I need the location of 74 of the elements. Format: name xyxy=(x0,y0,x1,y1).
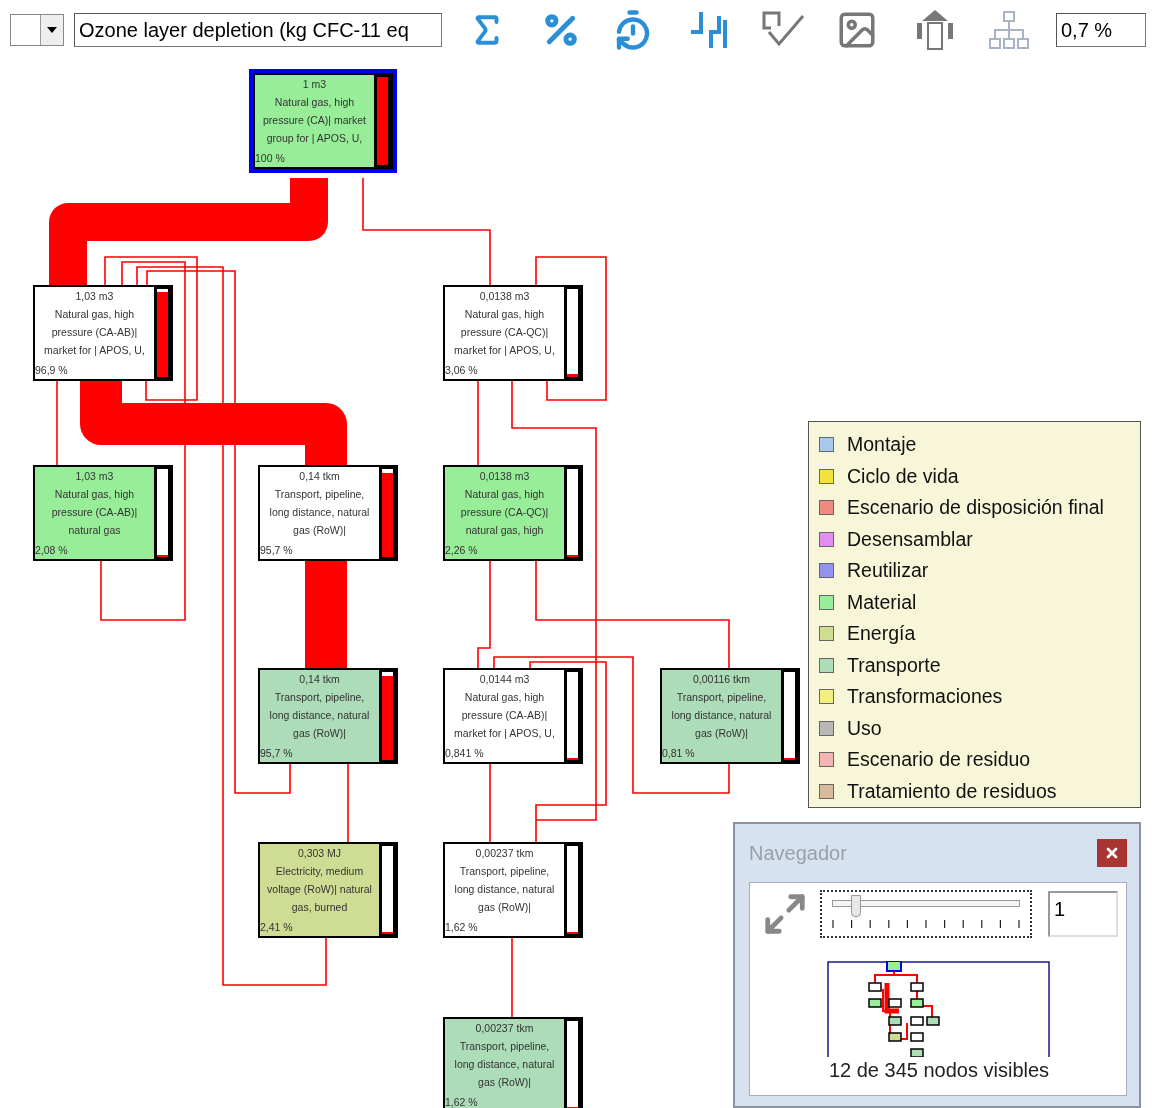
indicator-field[interactable]: Ozone layer depletion (kg CFC-11 eq xyxy=(74,13,442,47)
node-process-name: Transport, pipeline, long distance, natural gas (RoW)| xyxy=(453,1039,556,1090)
hierarchy-icon xyxy=(988,10,1030,50)
legend-label: Tratamiento de residuos xyxy=(847,779,1057,803)
legend-label: Montaje xyxy=(847,433,917,457)
node-process-name: Natural gas, high pressure (CA-QC)| natural gas, high xyxy=(459,487,550,538)
node-share: 1,62 % xyxy=(445,1095,479,1108)
node-share: 2,26 % xyxy=(445,543,479,558)
visible-nodes-status: 12 de 345 nodos visibles xyxy=(828,1059,1050,1082)
process-node[interactable]: 1,03 m3 Natural gas, high pressure (CA-AB)| natural gas 2,08 % xyxy=(33,465,173,561)
node-process-name: Natural gas, high pressure (CA)| market group for | APOS, U, xyxy=(261,95,368,146)
node-process-name: Transport, pipeline, long distance, natural gas (RoW)| xyxy=(670,690,773,741)
close-button[interactable] xyxy=(1097,839,1127,867)
legend-label: Reutilizar xyxy=(847,559,929,583)
node-amount: 1 m3 xyxy=(301,77,328,92)
node-process-name: Transport, pipeline, long distance, natural gas (RoW)| xyxy=(453,864,556,915)
process-node[interactable]: 0,0138 m3 Natural gas, high pressure (CA-QC)| market for | APOS, U, 3,06 % xyxy=(443,285,583,381)
caret-icon xyxy=(47,27,57,33)
node-amount: 0,14 tkm xyxy=(298,672,341,687)
node-share: 0,841 % xyxy=(445,746,485,761)
node-amount: 0,0138 m3 xyxy=(478,469,531,484)
node-process-name: Natural gas, high pressure (CA-AB)| natural gas xyxy=(50,487,139,538)
process-node[interactable]: 0,0144 m3 Natural gas, high pressure (CA-AB)| market for | APOS, U, 0,841 % xyxy=(443,668,583,764)
node-amount: 0,00237 tkm xyxy=(474,846,535,861)
legend-label: Ciclo de vida xyxy=(847,464,959,488)
node-process-name: Natural gas, high pressure (CA-QC)| market for | APOS, U, xyxy=(453,307,556,358)
tick-marks-icon xyxy=(832,920,1022,930)
process-node[interactable]: 0,0138 m3 Natural gas, high pressure (CA-QC)| natural gas, high 2,26 % xyxy=(443,465,583,561)
legend-label: Escenario de disposición final xyxy=(847,496,1104,520)
node-amount: 1,03 m3 xyxy=(74,289,115,304)
legend-label: Energía xyxy=(847,622,916,646)
node-amount: 0,00237 tkm xyxy=(474,1021,535,1036)
node-amount: 0,0138 m3 xyxy=(478,289,531,304)
combo-box[interactable] xyxy=(10,14,64,46)
expand-icon xyxy=(762,891,808,937)
cutoff-field[interactable]: 0,7 % xyxy=(1056,13,1146,47)
process-node[interactable]: 0,00237 tkm Transport, pipeline, long distance, natural gas (RoW)| 1,62 % xyxy=(443,842,583,938)
legend-label: Transporte xyxy=(847,653,941,677)
process-node[interactable]: 0,303 MJ Electricity, medium voltage (RoW)| natural gas, burned 2,41 % xyxy=(258,842,398,938)
node-share: 2,08 % xyxy=(35,543,69,558)
node-share: 3,06 % xyxy=(445,363,479,378)
window-title: Navegador xyxy=(749,841,847,865)
node-process-name: Transport, pipeline, long distance, natural gas (RoW)| xyxy=(268,690,371,741)
legend-label: Escenario de residuo xyxy=(847,748,1031,772)
node-amount: 0,303 MJ xyxy=(296,846,343,861)
node-share: 100 % xyxy=(255,151,286,166)
node-share: 95,7 % xyxy=(260,746,294,761)
node-amount: 0,0144 m3 xyxy=(478,672,531,687)
node-process-name: Natural gas, high pressure (CA-AB)| market for | APOS, U, xyxy=(43,307,146,358)
legend-label: Material xyxy=(847,590,917,614)
node-process-name: Natural gas, high pressure (CA-AB)| market for | APOS, U, xyxy=(453,690,556,741)
legend-label: Transformaciones xyxy=(847,685,1003,709)
close-icon xyxy=(1104,845,1120,861)
node-process-name: Transport, pipeline, long distance, natural gas (RoW)| xyxy=(268,487,371,538)
legend-label: Uso xyxy=(847,716,882,740)
process-node[interactable]: 0,14 tkm Transport, pipeline, long distance, natural gas (RoW)| 95,7 % xyxy=(258,465,398,561)
upload-icon xyxy=(915,9,955,51)
node-share: 95,7 % xyxy=(260,543,294,558)
zoom-field[interactable]: 1 xyxy=(1048,891,1118,937)
zoom-slider[interactable] xyxy=(820,890,1032,938)
node-amount: 0,14 tkm xyxy=(298,469,341,484)
process-node[interactable]: 0,00237 tkm Transport, pipeline, long distance, natural gas (RoW)| 1,62 % xyxy=(443,1017,583,1108)
process-node[interactable]: 1,03 m3 Natural gas, high pressure (CA-AB)| market for | APOS, U, 96,9 % xyxy=(33,285,173,381)
process-node[interactable]: 0,00116 tkm Transport, pipeline, long distance, natural gas (RoW)| 0,81 % xyxy=(660,668,800,764)
node-share: 2,41 % xyxy=(260,920,294,935)
node-process-name: Electricity, medium voltage (RoW)| natural gas, burned xyxy=(266,864,373,915)
node-share: 0,81 % xyxy=(662,746,696,761)
node-amount: 1,03 m3 xyxy=(74,469,115,484)
slider-thumb[interactable] xyxy=(851,895,862,917)
node-share: 1,62 % xyxy=(445,920,479,935)
process-node[interactable]: 0,14 tkm Transport, pipeline, long distance, natural gas (RoW)| 95,7 % xyxy=(258,668,398,764)
legend-label: Desensamblar xyxy=(847,527,973,551)
node-amount: 0,00116 tkm xyxy=(692,672,751,687)
node-share: 96,9 % xyxy=(35,363,69,378)
